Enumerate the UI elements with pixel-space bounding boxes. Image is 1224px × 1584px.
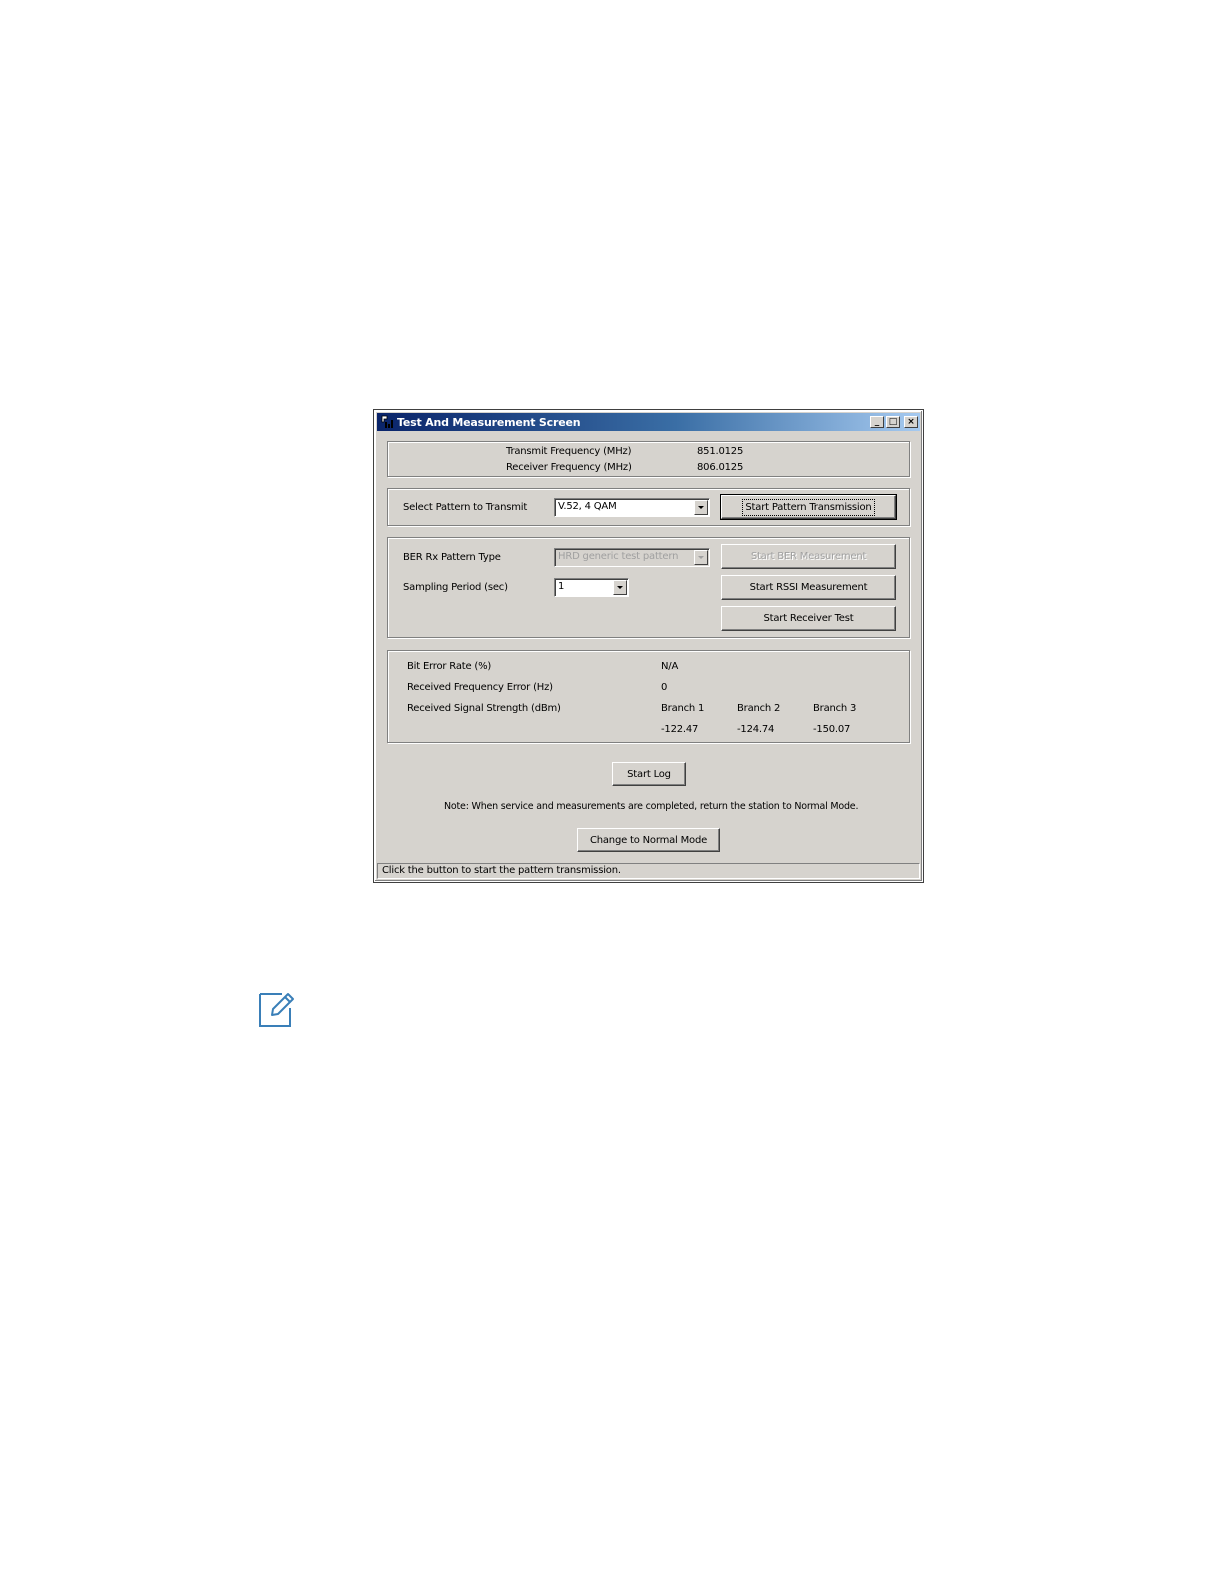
app-icon xyxy=(379,414,395,430)
branch-3-name: Branch 3 xyxy=(813,703,857,714)
change-to-normal-mode-label: Change to Normal Mode xyxy=(589,834,708,846)
start-log-label: Start Log xyxy=(627,768,671,780)
freq-error-value: 0 xyxy=(661,682,668,693)
start-ber-measurement-label: Start BER Measurement xyxy=(750,551,867,562)
frequency-group: Transmit Frequency (MHz) 851.0125 Receiv… xyxy=(387,441,910,477)
receiver-frequency-value: 806.0125 xyxy=(697,462,744,473)
chevron-down-icon[interactable] xyxy=(694,500,708,515)
pencil-note-icon xyxy=(256,990,296,1030)
receiver-frequency-label: Receiver Frequency (MHz) xyxy=(506,462,632,473)
signal-strength-label: Received Signal Strength (dBm) xyxy=(407,703,561,714)
sampling-period-select[interactable]: 1 xyxy=(554,578,629,597)
title-bar[interactable]: Test And Measurement Screen _ □ × xyxy=(377,413,920,431)
bit-error-rate-label: Bit Error Rate (%) xyxy=(407,661,492,672)
status-bar: Click the button to start the pattern tr… xyxy=(377,863,920,879)
ber-group: BER Rx Pattern Type HRD generic test pat… xyxy=(387,537,910,638)
minimize-button[interactable]: _ xyxy=(870,416,884,428)
start-receiver-test-button[interactable]: Start Receiver Test xyxy=(721,606,896,631)
sampling-period-value: 1 xyxy=(558,581,565,592)
start-pattern-transmission-label: Start Pattern Transmission xyxy=(742,498,875,516)
pattern-group: Select Pattern to Transmit V.52, 4 QAM S… xyxy=(387,488,910,526)
start-log-button[interactable]: Start Log xyxy=(612,762,686,786)
branch-1-value: -122.47 xyxy=(661,724,699,735)
transmit-frequency-value: 851.0125 xyxy=(697,446,744,457)
freq-error-label: Received Frequency Error (Hz) xyxy=(407,682,553,693)
chevron-down-icon[interactable] xyxy=(613,580,627,595)
start-rssi-measurement-button[interactable]: Start RSSI Measurement xyxy=(721,575,896,600)
close-button[interactable]: × xyxy=(904,416,918,428)
results-group: Bit Error Rate (%) N/A Received Frequenc… xyxy=(387,650,910,743)
branch-2-value: -124.74 xyxy=(737,724,775,735)
maximize-button[interactable]: □ xyxy=(886,416,900,428)
ber-rx-pattern-label: BER Rx Pattern Type xyxy=(403,552,501,563)
branch-1-name: Branch 1 xyxy=(661,703,705,714)
branch-2-name: Branch 2 xyxy=(737,703,781,714)
start-pattern-transmission-button[interactable]: Start Pattern Transmission xyxy=(720,494,897,520)
test-measurement-window: Test And Measurement Screen _ □ × Transm… xyxy=(373,409,924,883)
start-rssi-measurement-label: Start RSSI Measurement xyxy=(749,582,868,593)
pattern-select-value: V.52, 4 QAM xyxy=(558,501,617,512)
transmit-frequency-label: Transmit Frequency (MHz) xyxy=(506,446,632,457)
branch-3-value: -150.07 xyxy=(813,724,851,735)
normal-mode-note: Note: When service and measurements are … xyxy=(444,801,859,812)
sampling-period-label: Sampling Period (sec) xyxy=(403,582,508,593)
chevron-down-icon[interactable] xyxy=(694,550,708,565)
ber-rx-pattern-select[interactable]: HRD generic test pattern xyxy=(554,548,710,567)
select-pattern-label: Select Pattern to Transmit xyxy=(403,502,528,513)
pattern-select[interactable]: V.52, 4 QAM xyxy=(554,498,710,517)
start-receiver-test-label: Start Receiver Test xyxy=(763,613,854,624)
window-title: Test And Measurement Screen xyxy=(397,415,581,429)
start-ber-measurement-button[interactable]: Start BER Measurement xyxy=(721,544,896,569)
ber-rx-pattern-value: HRD generic test pattern xyxy=(558,551,679,562)
change-to-normal-mode-button[interactable]: Change to Normal Mode xyxy=(577,828,720,852)
bit-error-rate-value: N/A xyxy=(661,661,679,672)
